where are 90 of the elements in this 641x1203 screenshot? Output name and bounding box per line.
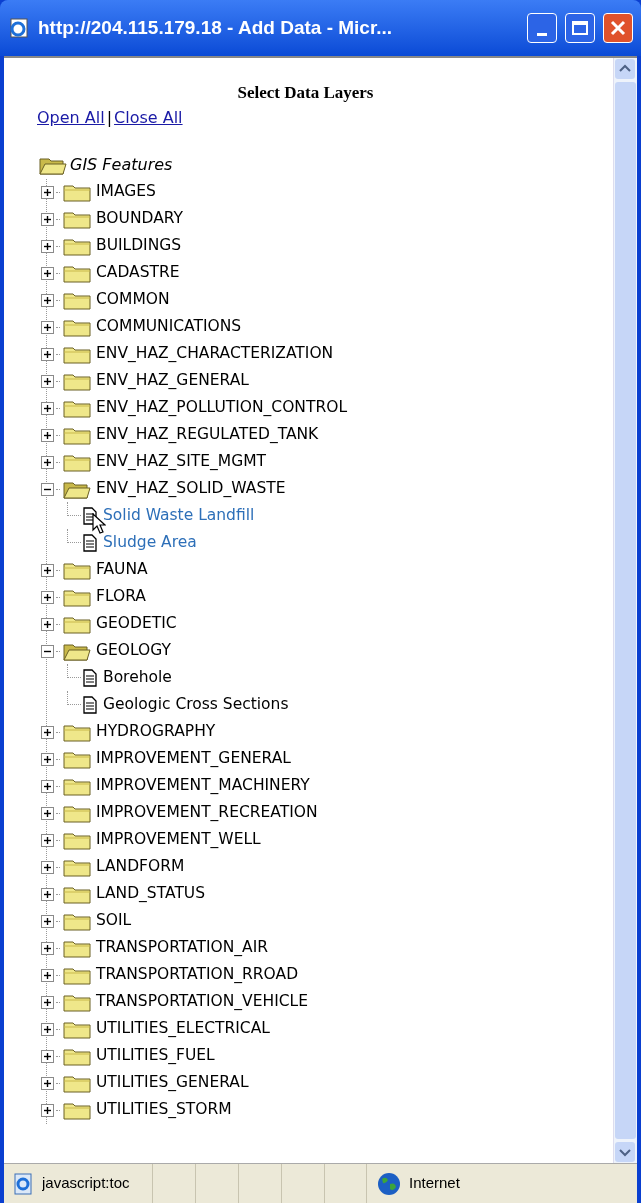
expand-toggle-icon[interactable] (41, 833, 54, 847)
folder-label[interactable]: UTILITIES_STORM (96, 1098, 232, 1122)
folder-label[interactable]: ENV_HAZ_REGULATED_TANK (96, 423, 319, 447)
expand-toggle-icon[interactable] (41, 860, 54, 874)
folder-label[interactable]: BUILDINGS (96, 234, 182, 258)
folder-label[interactable]: IMPROVEMENT_WELL (96, 828, 261, 852)
scroll-down-icon[interactable] (614, 1141, 636, 1163)
layer-link[interactable]: Borehole (103, 666, 172, 690)
folder-label[interactable]: BOUNDARY (96, 207, 183, 231)
folder-label[interactable]: ENV_HAZ_SITE_MGMT (96, 450, 266, 474)
folder-label[interactable]: ENV_HAZ_POLLUTION_CONTROL (96, 396, 348, 420)
folder-label[interactable]: HYDROGRAPHY (96, 720, 216, 744)
folder-label[interactable]: COMMUNICATIONS (96, 315, 242, 339)
page-icon (12, 1171, 34, 1196)
expand-toggle-icon[interactable] (41, 212, 54, 226)
layer-link[interactable]: Sludge Area (103, 531, 197, 555)
folder-label[interactable]: IMAGES (96, 180, 156, 204)
folder-label[interactable]: GEOLOGY (96, 639, 171, 663)
expand-toggle-icon[interactable] (41, 914, 54, 928)
open-all-link[interactable]: Open All (37, 105, 105, 130)
window-title: http://204.115.179.18 - Add Data - Micr... (38, 15, 394, 40)
expand-toggle-icon[interactable] (41, 1022, 54, 1036)
folder-label[interactable]: IMPROVEMENT_RECREATION (96, 801, 318, 825)
expand-toggle-icon[interactable] (41, 293, 54, 307)
expand-toggle-icon[interactable] (41, 590, 54, 604)
expand-toggle-icon[interactable] (41, 374, 54, 388)
close-button[interactable] (603, 13, 633, 43)
layer-link[interactable]: Solid Waste Landfill (103, 504, 255, 528)
expand-toggle-icon[interactable] (41, 995, 54, 1009)
expand-toggle-icon[interactable] (41, 1103, 54, 1117)
expand-toggle-icon[interactable] (41, 941, 54, 955)
page-heading: Select Data Layers (236, 82, 375, 104)
expand-toggle-icon[interactable] (41, 563, 54, 577)
expand-toggle-icon[interactable] (41, 347, 54, 361)
expand-toggle-icon[interactable] (41, 617, 54, 631)
folder-label[interactable]: COMMON (96, 288, 170, 312)
maximize-button[interactable] (565, 13, 595, 43)
expand-toggle-icon[interactable] (41, 968, 54, 982)
layer-link[interactable]: Geologic Cross Sections (103, 693, 289, 717)
document-icon (83, 669, 97, 687)
expand-toggle-icon[interactable] (41, 1049, 54, 1063)
zone-label: Internet (409, 1173, 460, 1194)
scroll-thumb[interactable] (615, 82, 636, 1139)
expand-toggle-icon[interactable] (41, 455, 54, 469)
expand-toggle-icon[interactable] (41, 320, 54, 334)
close-icon (610, 20, 626, 36)
folder-label[interactable]: TRANSPORTATION_VEHICLE (96, 990, 308, 1014)
expand-toggle-icon[interactable] (41, 1076, 54, 1090)
folder-label[interactable]: ENV_HAZ_SOLID_WASTE (96, 477, 286, 501)
scrollbar[interactable] (613, 58, 637, 1163)
folder-label[interactable]: UTILITIES_FUEL (96, 1044, 215, 1068)
expand-toggle-icon[interactable] (41, 239, 54, 253)
mouse-pointer-icon (92, 512, 106, 535)
folder-label[interactable]: TRANSPORTATION_RROAD (96, 963, 299, 987)
folder-label[interactable]: ENV_HAZ_CHARACTERIZATION (96, 342, 334, 366)
status-pane (324, 1164, 367, 1203)
folder-label[interactable]: IMPROVEMENT_MACHINERY (96, 774, 310, 798)
folder-label[interactable]: SOIL (96, 909, 132, 933)
expand-toggle-icon[interactable] (41, 266, 54, 280)
expand-toggle-icon[interactable] (41, 806, 54, 820)
folder-label[interactable]: LAND_STATUS (96, 882, 206, 906)
expand-toggle-icon[interactable] (41, 401, 54, 415)
folder-label[interactable]: CADASTRE (96, 261, 180, 285)
expand-toggle-icon[interactable] (41, 887, 54, 901)
document-icon (83, 534, 97, 552)
browser-page-icon (8, 17, 30, 39)
folder-label[interactable]: TRANSPORTATION_AIR (96, 936, 269, 960)
folder-label[interactable]: LANDFORM (96, 855, 185, 879)
status-text: javascript:toc (42, 1173, 131, 1194)
link-separator: | (106, 106, 113, 129)
expand-toggle-icon[interactable] (41, 725, 54, 739)
folder-label[interactable]: UTILITIES_GENERAL (96, 1071, 249, 1095)
folder-label[interactable]: ENV_HAZ_GENERAL (96, 369, 249, 393)
expand-toggle-icon[interactable] (41, 428, 54, 442)
folder-label[interactable]: IMPROVEMENT_GENERAL (96, 747, 291, 771)
collapse-toggle-icon[interactable] (41, 644, 54, 658)
folder-label[interactable]: FLORA (96, 585, 146, 609)
scroll-up-icon[interactable] (614, 58, 636, 80)
folder-label[interactable]: UTILITIES_ELECTRICAL (96, 1017, 270, 1041)
folder-label[interactable]: GEODETIC (96, 612, 177, 636)
globe-icon (377, 1171, 401, 1196)
close-all-link[interactable]: Close All (114, 105, 183, 130)
expand-toggle-icon[interactable] (41, 779, 54, 793)
tree-root-label[interactable]: GIS Features (70, 153, 173, 177)
minimize-button[interactable] (527, 13, 557, 43)
collapse-toggle-icon[interactable] (41, 482, 54, 496)
expand-toggle-icon[interactable] (41, 185, 54, 199)
document-icon (83, 696, 97, 714)
expand-toggle-icon[interactable] (41, 752, 54, 766)
folder-label[interactable]: FAUNA (96, 558, 148, 582)
